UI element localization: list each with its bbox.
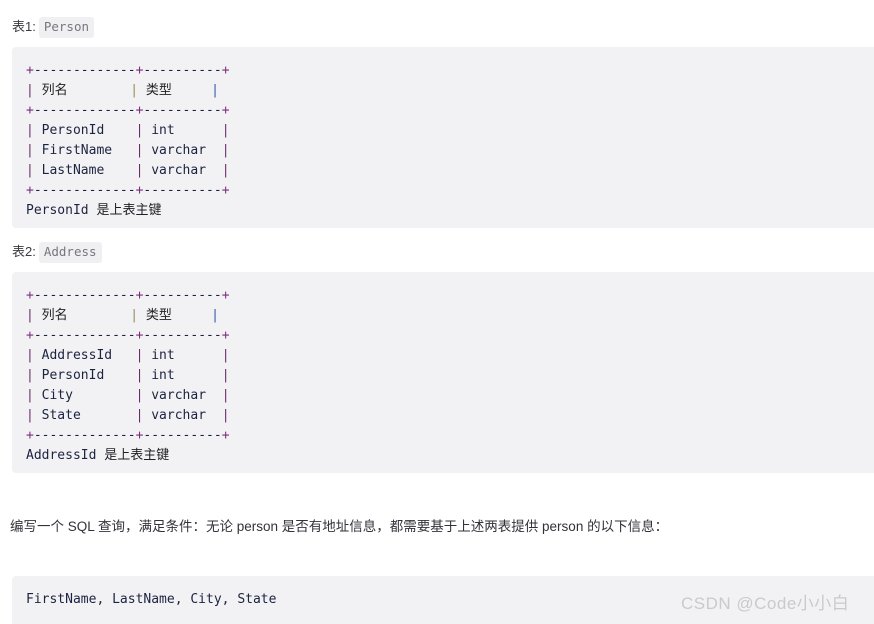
table2-caption-code: Address bbox=[38, 242, 102, 263]
person-table-codeblock[interactable]: +-------------+----------+ | 列名 | 类型 | +--… bbox=[12, 47, 874, 228]
code-line: | PersonId | int | bbox=[26, 368, 230, 383]
table1-caption: 表1: Person bbox=[12, 17, 94, 38]
table1-caption-label: 表1: bbox=[12, 19, 36, 34]
code-line: | LastName | varchar | bbox=[26, 163, 230, 178]
question-paragraph: 编写一个 SQL 查询，满足条件：无论 person 是否有地址信息，都需要基于… bbox=[10, 519, 669, 534]
code-line: +-------------+----------+ bbox=[26, 63, 230, 78]
code-line: | FirstName | varchar | bbox=[26, 143, 230, 158]
csdn-watermark: CSDN @Code小小白 bbox=[681, 594, 850, 613]
code-line: +-------------+----------+ bbox=[26, 183, 230, 198]
code-line: | 列名 | 类型 | bbox=[26, 83, 219, 98]
code-line: AddressId 是上表主键 bbox=[26, 448, 170, 463]
code-line: | 列名 | 类型 | bbox=[26, 308, 219, 323]
code-line: +-------------+----------+ bbox=[26, 328, 230, 343]
code-line: | AddressId | int | bbox=[26, 348, 230, 363]
code-line: | City | varchar | bbox=[26, 388, 230, 403]
article-page: 表1: Person +-------------+----------+ | 列名… bbox=[0, 0, 874, 624]
address-table-codeblock[interactable]: +-------------+----------+ | 列名 | 类型 | +--… bbox=[12, 272, 874, 473]
person-table-code: +-------------+----------+ | 列名 | 类型 | +--… bbox=[26, 61, 874, 221]
code-line: PersonId 是上表主键 bbox=[26, 203, 162, 218]
table1-caption-code: Person bbox=[38, 17, 94, 38]
code-line: +-------------+----------+ bbox=[26, 288, 230, 303]
code-line: +-------------+----------+ bbox=[26, 103, 230, 118]
code-line: | PersonId | int | bbox=[26, 123, 230, 138]
table2-caption-label: 表2: bbox=[12, 244, 36, 259]
code-line: +-------------+----------+ bbox=[26, 428, 230, 443]
address-table-code: +-------------+----------+ | 列名 | 类型 | +--… bbox=[26, 286, 874, 466]
code-line: | State | varchar | bbox=[26, 408, 230, 423]
table2-caption: 表2: Address bbox=[12, 242, 102, 263]
